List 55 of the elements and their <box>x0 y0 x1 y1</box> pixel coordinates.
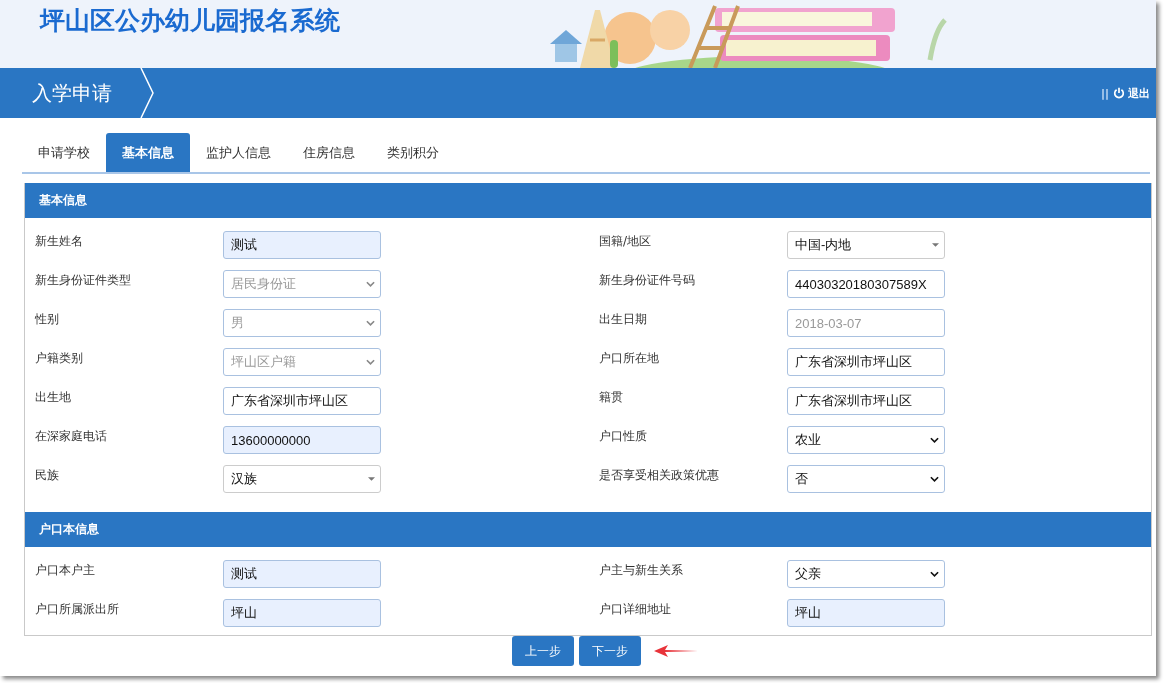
input-field[interactable]: 广东省深圳市坪山区 <box>787 387 945 415</box>
select-field[interactable]: 农业 <box>787 426 945 454</box>
input-field[interactable]: 测试 <box>223 231 381 259</box>
field-label: 在深家庭电话 <box>35 428 108 445</box>
field-label: 出生日期 <box>599 311 648 328</box>
field-label: 户主与新生关系 <box>599 562 684 579</box>
field-label: 民族 <box>35 467 60 484</box>
chevron-icon <box>140 68 154 118</box>
chevron-down-icon <box>366 359 375 365</box>
logout-link[interactable]: 退出 <box>1113 85 1150 101</box>
chevron-down-icon <box>930 476 939 482</box>
field-label: 出生地 <box>35 389 72 406</box>
field-label: 户籍类别 <box>35 350 84 367</box>
field-label: 新生身份证件号码 <box>599 272 696 289</box>
field-label: 户口详细地址 <box>599 601 672 618</box>
chevron-down-icon <box>366 281 375 287</box>
input-field[interactable]: 广东省深圳市坪山区 <box>787 348 945 376</box>
caret-icon <box>932 243 939 247</box>
tab[interactable]: 申请学校 <box>22 133 106 172</box>
power-icon <box>1113 87 1125 99</box>
tab[interactable]: 监护人信息 <box>190 133 287 172</box>
field-label: 户口性质 <box>599 428 648 445</box>
step-button[interactable]: 下一步 <box>578 636 641 666</box>
input-field[interactable]: 44030320180307589X <box>787 270 945 298</box>
input-field[interactable]: 坪山 <box>787 599 945 627</box>
field-label: 国籍/地区 <box>599 233 653 250</box>
tab[interactable]: 基本信息 <box>106 133 190 172</box>
select-field[interactable]: 汉族 <box>223 465 381 493</box>
field-label: 户口所属派出所 <box>35 601 120 618</box>
select-field[interactable]: 中国-内地 <box>787 231 945 259</box>
input-field[interactable]: 测试 <box>223 560 381 588</box>
step-button[interactable]: 上一步 <box>511 636 574 666</box>
breadcrumb[interactable]: 入学申请 <box>0 79 136 107</box>
site-title: 坪山区公办幼儿园报名系统 <box>38 5 340 36</box>
select-field[interactable]: 否 <box>787 465 945 493</box>
chevron-down-icon <box>366 320 375 326</box>
field-label: 户口本户主 <box>35 562 96 579</box>
input-field[interactable]: 13600000000 <box>223 426 381 454</box>
field-label: 籍贯 <box>599 389 624 406</box>
input-field[interactable]: 坪山 <box>223 599 381 627</box>
section-header: 户口本信息 <box>25 512 1151 547</box>
field-label: 新生身份证件类型 <box>35 272 132 289</box>
separator: || <box>1100 86 1109 100</box>
field-label: 新生姓名 <box>35 233 84 250</box>
input-field[interactable]: 广东省深圳市坪山区 <box>223 387 381 415</box>
field-label: 是否享受相关政策优惠 <box>599 467 720 484</box>
tab[interactable]: 住房信息 <box>287 133 371 172</box>
chevron-down-icon <box>930 571 939 577</box>
tab[interactable]: 类别积分 <box>371 133 455 172</box>
caret-icon <box>368 477 375 481</box>
field-label: 性别 <box>35 311 60 328</box>
select-field[interactable]: 父亲 <box>787 560 945 588</box>
field-label: 户口所在地 <box>599 350 660 367</box>
chevron-down-icon <box>930 437 939 443</box>
section-header: 基本信息 <box>25 183 1151 218</box>
